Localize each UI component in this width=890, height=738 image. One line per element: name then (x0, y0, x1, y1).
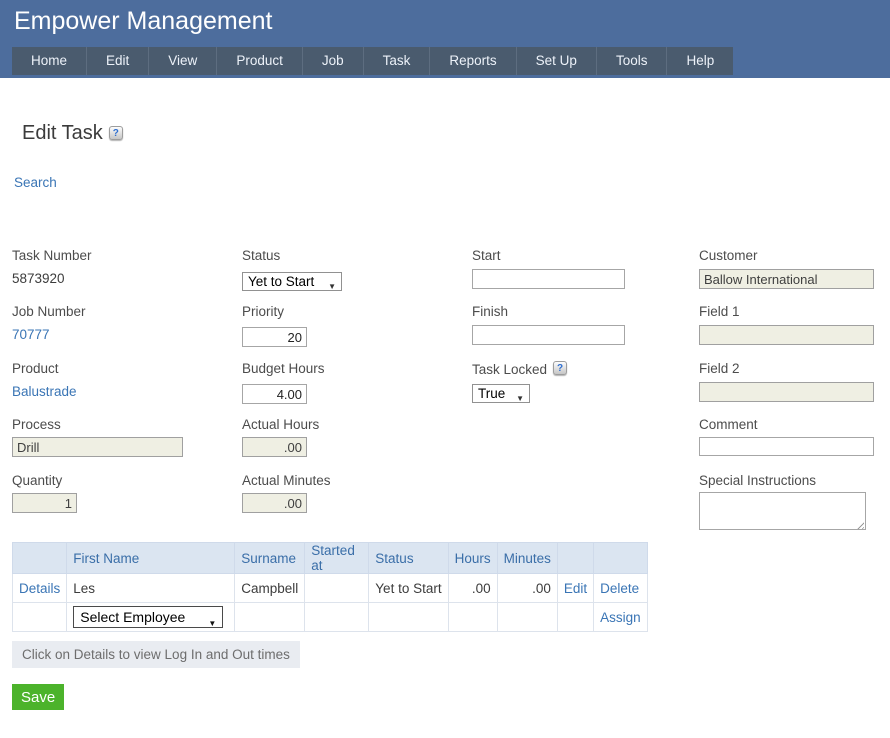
budget-hours-input[interactable] (242, 384, 307, 404)
edit-column-header (557, 543, 593, 574)
nav-item-help[interactable]: Help (667, 47, 733, 75)
first-name-column-header: First Name (67, 543, 235, 574)
nav-item-job[interactable]: Job (303, 47, 364, 75)
chevron-down-icon: ▼ (328, 278, 336, 295)
chevron-down-icon: ▼ (516, 390, 524, 407)
minutes-cell: .00 (497, 574, 557, 603)
select-employee-value: Select Employee (80, 609, 185, 625)
special-instructions-textarea[interactable] (699, 492, 866, 530)
employees-table: First Name Surname Started at Status Hou… (12, 542, 648, 632)
nav-item-view[interactable]: View (149, 47, 217, 75)
surname-cell: Campbell (235, 574, 305, 603)
special-instructions-label: Special Instructions (699, 473, 816, 488)
table-header-row: First Name Surname Started at Status Hou… (13, 543, 648, 574)
finish-label: Finish (472, 304, 508, 319)
task-locked-label: Task Locked? (472, 361, 567, 377)
quantity-input (12, 493, 77, 513)
priority-label: Priority (242, 304, 284, 319)
actual-minutes-input (242, 493, 307, 513)
minutes-column-header: Minutes (497, 543, 557, 574)
nav-item-task[interactable]: Task (364, 47, 431, 75)
assign-row: Select Employee ▼ Assign (13, 603, 648, 632)
details-hint-text: Click on Details to view Log In and Out … (12, 641, 300, 668)
job-number-link[interactable]: 70777 (12, 327, 50, 342)
field1-input (699, 325, 874, 345)
delete-link[interactable]: Delete (600, 581, 639, 596)
start-input[interactable] (472, 269, 625, 289)
task-number-value: 5873920 (12, 271, 65, 286)
status-label: Status (242, 248, 280, 263)
start-label: Start (472, 248, 501, 263)
status-select[interactable]: Yet to Start ▼ (242, 272, 342, 291)
priority-input[interactable] (242, 327, 307, 347)
product-link[interactable]: Balustrade (12, 384, 77, 399)
finish-input[interactable] (472, 325, 625, 345)
nav-item-edit[interactable]: Edit (87, 47, 149, 75)
table-row: Details Les Campbell Yet to Start .00 .0… (13, 574, 648, 603)
search-link[interactable]: Search (14, 175, 57, 190)
started-at-cell (305, 574, 369, 603)
nav-item-setup[interactable]: Set Up (517, 47, 597, 75)
hours-cell: .00 (448, 574, 497, 603)
task-locked-select-value: True (478, 386, 505, 401)
delete-column-header (594, 543, 648, 574)
surname-column-header: Surname (235, 543, 305, 574)
comment-input[interactable] (699, 437, 874, 456)
assign-link[interactable]: Assign (600, 610, 641, 625)
status-cell: Yet to Start (369, 574, 448, 603)
main-nav: Home Edit View Product Job Task Reports … (12, 47, 733, 75)
help-icon[interactable]: ? (109, 126, 123, 140)
started-at-column-header: Started at (305, 543, 369, 574)
field2-input (699, 382, 874, 402)
save-button[interactable]: Save (12, 684, 64, 710)
actual-minutes-label: Actual Minutes (242, 473, 331, 488)
app-header: Empower Management Home Edit View Produc… (0, 0, 890, 78)
app-title: Empower Management (14, 7, 272, 36)
first-name-cell: Les (67, 574, 235, 603)
page: Empower Management Home Edit View Produc… (0, 0, 890, 738)
field1-label: Field 1 (699, 304, 740, 319)
details-link[interactable]: Details (19, 581, 60, 596)
field2-label: Field 2 (699, 361, 740, 376)
status-column-header: Status (369, 543, 448, 574)
customer-label: Customer (699, 248, 758, 263)
nav-item-reports[interactable]: Reports (430, 47, 516, 75)
job-number-label: Job Number (12, 304, 86, 319)
page-title: Edit Task? (22, 122, 123, 145)
status-select-value: Yet to Start (248, 274, 314, 289)
actual-hours-input (242, 437, 307, 457)
task-number-label: Task Number (12, 248, 92, 263)
select-employee-dropdown[interactable]: Select Employee ▼ (73, 606, 223, 628)
hours-column-header: Hours (448, 543, 497, 574)
actual-hours-label: Actual Hours (242, 417, 319, 432)
edit-link[interactable]: Edit (564, 581, 587, 596)
budget-hours-label: Budget Hours (242, 361, 325, 376)
task-locked-select[interactable]: True ▼ (472, 384, 530, 403)
chevron-down-icon: ▼ (208, 614, 216, 632)
nav-item-home[interactable]: Home (12, 47, 87, 75)
nav-item-tools[interactable]: Tools (597, 47, 668, 75)
help-icon[interactable]: ? (553, 361, 567, 375)
quantity-label: Quantity (12, 473, 62, 488)
comment-label: Comment (699, 417, 758, 432)
details-column-header (13, 543, 67, 574)
customer-input (699, 269, 874, 289)
process-label: Process (12, 417, 61, 432)
process-input (12, 437, 183, 457)
nav-item-product[interactable]: Product (217, 47, 303, 75)
product-label: Product (12, 361, 59, 376)
